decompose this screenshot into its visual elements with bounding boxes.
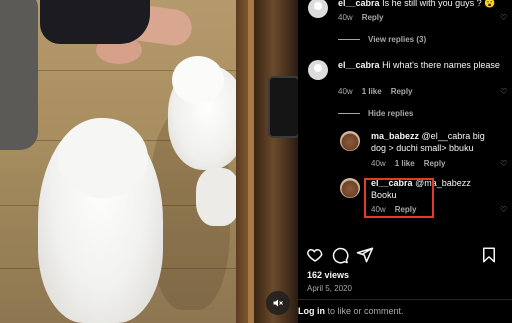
video-dog-small-head [172, 56, 224, 104]
video-cabinet-edge [248, 0, 254, 323]
login-link[interactable]: Log in [298, 306, 325, 316]
avatar[interactable] [308, 60, 328, 80]
divider-dash [338, 39, 360, 41]
view-replies-label: View replies (3) [368, 35, 427, 44]
avatar[interactable] [308, 0, 328, 18]
comment-1: el__cabra Is he still with you guys ? 😮 [338, 0, 508, 9]
comment-1-age: 40w [338, 13, 353, 22]
video-dog-small-legs [196, 168, 240, 226]
comment-1-reply-button[interactable]: Reply [362, 13, 384, 22]
action-bar [298, 246, 512, 266]
video-dog-large-head [58, 118, 148, 198]
reply-1-meta: 40w 1 like Reply [371, 159, 446, 168]
view-replies-button[interactable]: View replies (3) [338, 35, 426, 44]
comment-icon[interactable] [331, 246, 349, 264]
comment-2-likes[interactable]: 1 like [362, 87, 382, 96]
reply-1-username[interactable]: ma_babezz [371, 131, 419, 141]
divider [298, 299, 512, 300]
comment-2-meta: 40w 1 like Reply [338, 87, 413, 96]
login-prompt-text: to like or comment. [327, 306, 404, 316]
reply-1-age: 40w [371, 159, 386, 168]
video-sofa [0, 0, 38, 150]
avatar[interactable] [340, 131, 360, 151]
comment-2-username[interactable]: el__cabra [338, 60, 380, 70]
login-prompt: Log in to like or comment. [298, 306, 404, 316]
view-count[interactable]: 162 views [307, 270, 349, 280]
reply-1-likes[interactable]: 1 like [395, 159, 415, 168]
hide-replies-label: Hide replies [368, 109, 414, 118]
video-phone [268, 76, 298, 138]
heart-icon[interactable]: ♡ [500, 87, 507, 96]
heart-icon[interactable]: ♡ [500, 159, 507, 168]
comment-1-text: Is he still with you guys ? 😮 [382, 0, 496, 8]
bookmark-icon[interactable] [480, 246, 498, 264]
comment-2: el__cabra Hi what's there names please [338, 59, 503, 71]
comment-1-username[interactable]: el__cabra [338, 0, 380, 8]
speaker-muted-icon [273, 299, 283, 307]
comment-2-age: 40w [338, 87, 353, 96]
heart-icon[interactable]: ♡ [500, 205, 507, 214]
reply-1-reply-button[interactable]: Reply [424, 159, 446, 168]
post-date[interactable]: April 5, 2020 [307, 284, 352, 293]
comment-2-text: Hi what's there names please [382, 60, 500, 70]
avatar[interactable] [340, 178, 360, 198]
mute-button[interactable] [266, 291, 290, 315]
highlight-box [364, 178, 434, 218]
heart-icon[interactable] [306, 246, 324, 264]
heart-icon[interactable]: ♡ [500, 13, 507, 22]
divider-dash [338, 113, 360, 115]
hide-replies-button[interactable]: Hide replies [338, 109, 413, 118]
video-cabinet [236, 0, 298, 323]
video-child [40, 0, 150, 44]
comments-panel: el__cabra Is he still with you guys ? 😮 … [298, 0, 512, 323]
share-icon[interactable] [356, 246, 374, 264]
comment-2-reply-button[interactable]: Reply [391, 87, 413, 96]
reply-1: ma_babezz @el__cabra big dog > duchi sma… [371, 130, 496, 154]
video-player[interactable] [0, 0, 298, 323]
comment-1-meta: 40w Reply [338, 13, 383, 22]
